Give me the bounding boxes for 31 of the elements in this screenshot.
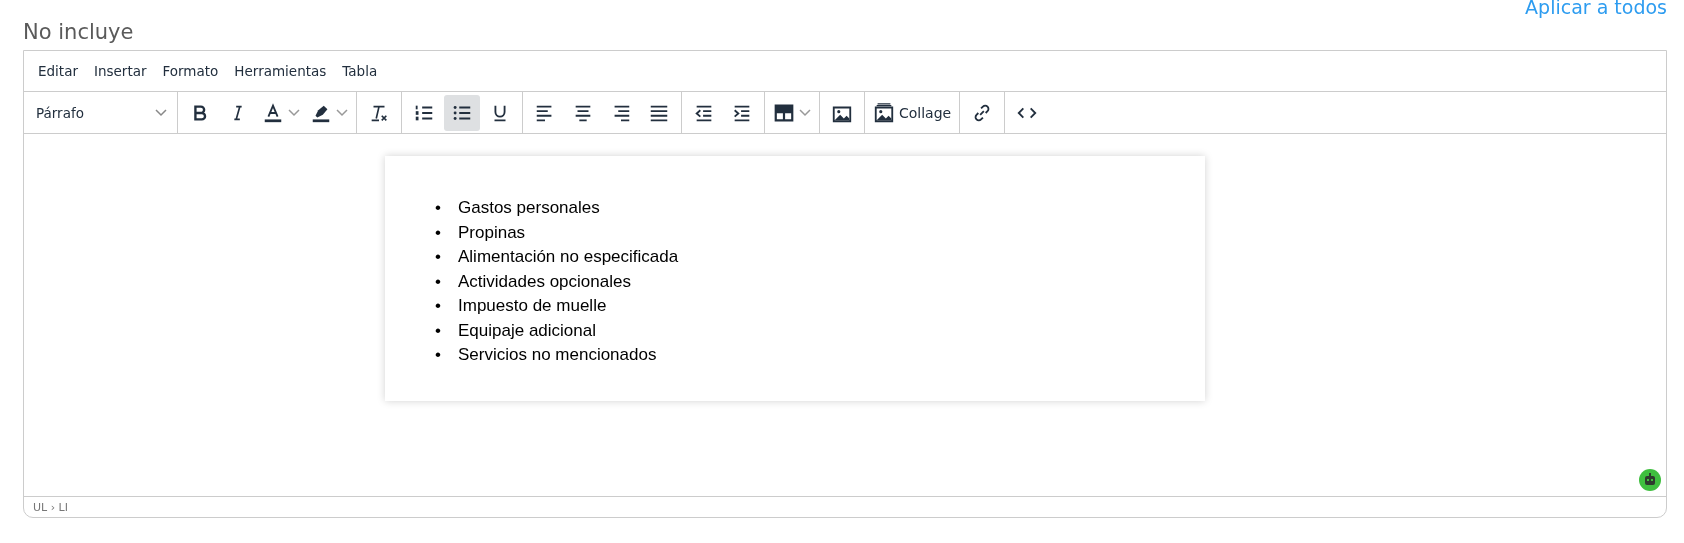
bullet: • — [435, 197, 442, 219]
chevron-down-icon — [799, 108, 811, 117]
bullet: • — [435, 319, 442, 342]
block-format-dropdown[interactable]: Párrafo — [30, 100, 171, 125]
text-color-icon — [262, 101, 284, 124]
bullet: • — [435, 221, 442, 244]
bullet: • — [435, 344, 442, 366]
bullet: • — [435, 246, 442, 268]
menu-item[interactable]: Editar — [30, 59, 86, 83]
element-path: UL › LI — [33, 500, 68, 514]
chevron-down-icon — [288, 108, 300, 117]
menu-item[interactable]: Herramientas — [226, 59, 335, 83]
list-item: Servicios no mencionados — [458, 344, 657, 366]
list-item: Gastos personales — [458, 197, 600, 219]
list-item: Actividades opcionales — [458, 270, 631, 293]
chevron-down-icon — [155, 108, 167, 117]
section-title: No incluye — [23, 19, 135, 46]
bullet: • — [435, 270, 442, 293]
chevron-down-icon — [336, 108, 348, 117]
collage-button[interactable]: Collage — [869, 94, 956, 131]
collage-icon — [873, 101, 895, 124]
menu-item[interactable]: Formato — [154, 59, 227, 83]
robot-icon[interactable] — [1639, 469, 1661, 491]
list-item: Equipaje adicional — [458, 319, 596, 342]
menu-item[interactable]: Insertar — [85, 59, 155, 83]
list-item: Propinas — [458, 221, 526, 244]
bullet-list-button[interactable] — [444, 94, 480, 131]
list-item: Impuesto de muelle — [458, 295, 607, 317]
list-item: Alimentación no especificada — [458, 246, 679, 268]
bullet: • — [435, 295, 442, 317]
menu-item[interactable]: Tabla — [334, 59, 386, 83]
